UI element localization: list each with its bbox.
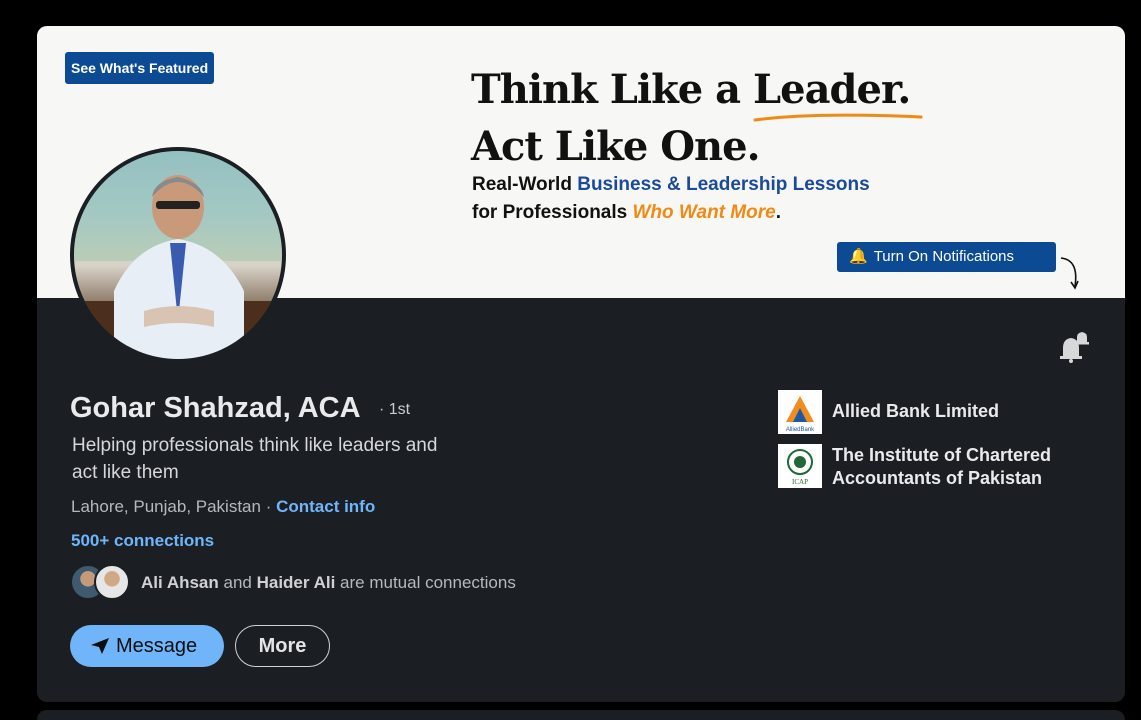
banner-headline-line1: Think Like a Leader. — [471, 66, 911, 113]
turn-on-notifications-button[interactable]: 🔔 Turn On Notifications — [837, 242, 1056, 272]
profile-location: Lahore, Punjab, Pakistan · Contact info — [71, 497, 376, 516]
banner-subline1: Real-World Business & Leadership Lessons — [472, 174, 870, 195]
profile-photo-image — [74, 151, 282, 359]
notification-bell-icon[interactable] — [1057, 331, 1091, 363]
banner-headline-line2: Act Like One. — [471, 123, 761, 170]
avatar — [94, 564, 130, 600]
svg-text:AlliedBank: AlliedBank — [786, 427, 815, 433]
profile-headline: Helping professionals think like leaders… — [72, 435, 438, 483]
profile-name: Gohar Shahzad, ACA — [70, 392, 361, 424]
see-featured-button[interactable]: See What's Featured — [65, 52, 215, 84]
mutual-connection-avatars[interactable] — [70, 564, 130, 602]
company-name: Allied Bank Limited — [832, 401, 1000, 421]
icap-logo: ICAP — [778, 444, 822, 488]
next-card-edge — [37, 710, 1125, 720]
bell-icon: 🔔 — [849, 248, 868, 265]
send-icon — [91, 638, 109, 654]
more-button[interactable]: More — [235, 625, 330, 667]
profile-photo[interactable] — [70, 147, 286, 363]
svg-text:ICAP: ICAP — [792, 478, 808, 486]
connections-link[interactable]: 500+ connections — [71, 531, 214, 551]
connection-degree: · 1st — [379, 401, 411, 418]
curved-arrow-icon — [1060, 257, 1079, 290]
allied-bank-logo: AlliedBank — [778, 390, 822, 434]
institute-name: The Institute of Chartered Accountants o… — [832, 445, 1052, 488]
contact-info-link[interactable]: Contact info — [276, 497, 375, 516]
underline-swoosh-icon — [753, 113, 923, 122]
profile-card: See What's Featured Think Like a Leader.… — [37, 26, 1125, 702]
banner-subline2: for Professionals Who Want More. — [472, 202, 781, 223]
message-button[interactable]: Message — [70, 625, 224, 667]
mutual-connections-text[interactable]: Ali Ahsan and Haider Ali are mutual conn… — [141, 573, 516, 593]
